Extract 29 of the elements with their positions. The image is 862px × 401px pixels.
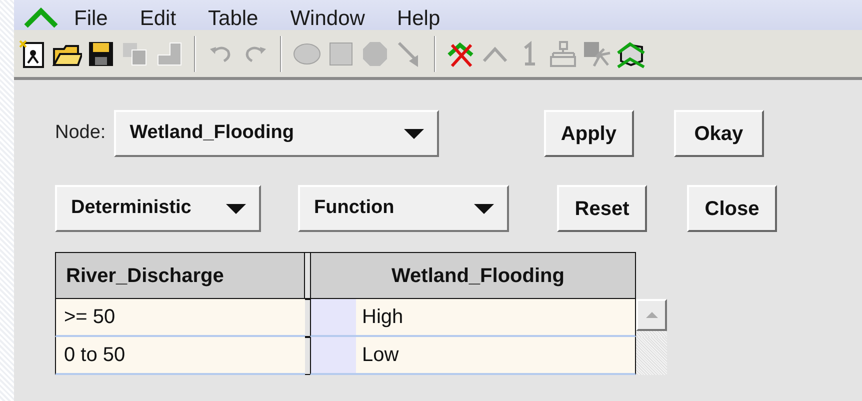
table-cell: 0 to 50 bbox=[55, 337, 305, 375]
dropdown-select[interactable]: Wetland_Flooding bbox=[114, 110, 439, 157]
selected-value: Function bbox=[314, 196, 394, 220]
reset-button[interactable]: Reset bbox=[557, 185, 647, 232]
logo-icon bbox=[24, 6, 58, 28]
apply-button[interactable]: Apply bbox=[544, 110, 634, 157]
menu-item[interactable]: Table bbox=[192, 8, 274, 29]
dropdown-arrow-icon bbox=[402, 128, 425, 140]
close-button[interactable]: Close bbox=[687, 185, 777, 232]
tree-icon bbox=[548, 38, 578, 68]
table-cell: Low bbox=[310, 337, 636, 375]
menu-item[interactable]: File bbox=[58, 8, 124, 29]
column-header: River_Discharge bbox=[55, 252, 305, 299]
dropdown-arrow-icon bbox=[473, 202, 495, 214]
selected-value: Wetland_Flooding bbox=[130, 121, 294, 146]
node-label: Node: bbox=[55, 121, 106, 146]
okay-button[interactable]: Okay bbox=[674, 110, 764, 157]
table-cell: High bbox=[310, 299, 636, 337]
column-header: Wetland_Flooding bbox=[310, 252, 636, 299]
table-cell: >= 50 bbox=[55, 299, 305, 337]
selected-value: Deterministic bbox=[71, 196, 192, 220]
dropdown-select[interactable]: Deterministic bbox=[55, 185, 261, 232]
menu-item[interactable]: Window bbox=[274, 8, 381, 29]
menu-item[interactable]: Edit bbox=[124, 8, 192, 29]
dropdown-arrow-icon bbox=[225, 202, 247, 214]
menu-item[interactable]: Help bbox=[380, 8, 456, 29]
scroll-up-button[interactable] bbox=[636, 299, 667, 331]
up-arrow-icon bbox=[644, 311, 658, 319]
dropdown-select[interactable]: Function bbox=[298, 185, 509, 232]
